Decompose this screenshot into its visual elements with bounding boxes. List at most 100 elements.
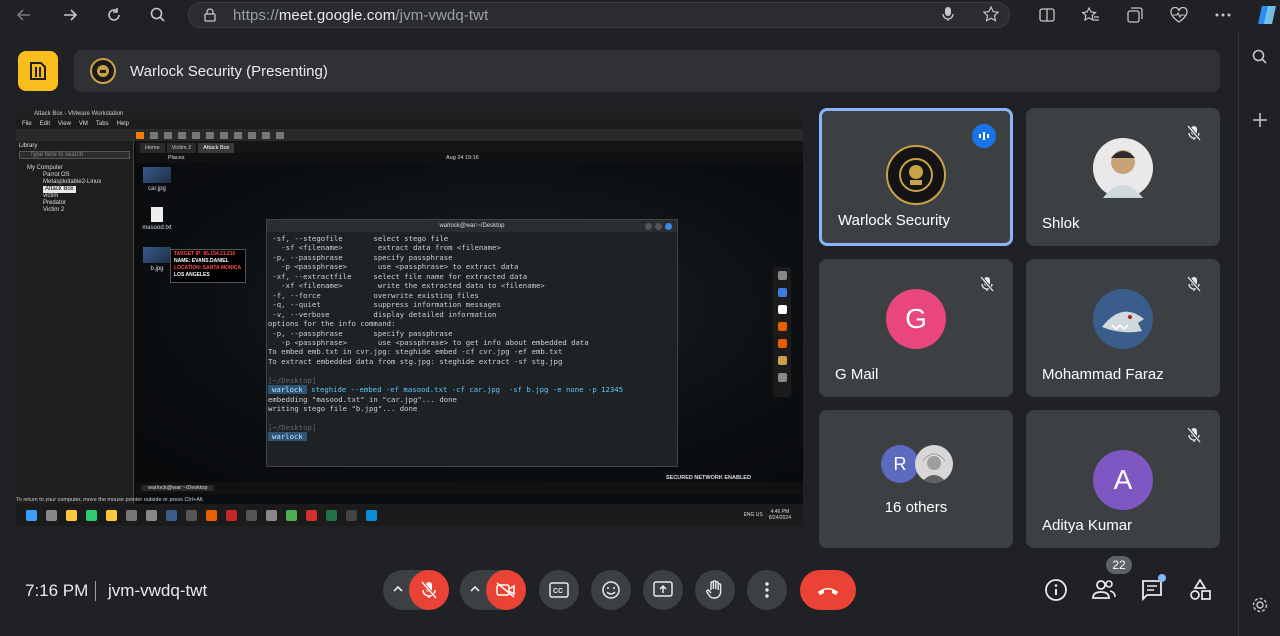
activities-button[interactable] <box>1188 578 1212 607</box>
vm-menu-edit[interactable]: Edit <box>40 121 50 127</box>
activities-icon <box>1190 578 1211 600</box>
terminal-close-icon[interactable] <box>665 223 672 230</box>
desktop-icon-car[interactable]: car.jpg <box>140 167 174 192</box>
presenting-banner: Warlock Security (Presenting) <box>74 50 1220 92</box>
library-item[interactable]: victim <box>19 193 130 200</box>
collections-icon[interactable] <box>1113 0 1157 30</box>
participant-name: Shlok <box>1042 215 1080 232</box>
mic-control-group <box>383 570 449 610</box>
favorites-icon[interactable] <box>1069 0 1113 30</box>
library-item[interactable]: Metasploitable2-Linux <box>19 179 130 186</box>
terminal-maximize-icon[interactable] <box>655 223 662 230</box>
captions-button[interactable]: CC <box>539 570 579 610</box>
lock-icon <box>204 8 216 22</box>
vm-screen[interactable]: Home Victim 2 Attack Box Places Aug 24 1… <box>136 141 803 504</box>
address-bar[interactable]: https://meet.google.com/jvm-vwdq-twt <box>188 2 1010 28</box>
library-item[interactable]: My Computer <box>19 165 130 172</box>
participant-tile-aditya[interactable]: A Aditya Kumar <box>1026 410 1220 548</box>
emoji-icon <box>602 581 620 599</box>
terminal-minimize-icon[interactable] <box>645 223 652 230</box>
chat-button[interactable] <box>1140 574 1166 607</box>
library-item[interactable]: Parrot OS <box>19 172 130 179</box>
mic-toggle-button[interactable] <box>409 570 449 610</box>
system-language[interactable]: ENG US <box>744 512 763 518</box>
windows-taskbar: ENG US 4:46 PM 8/24/2024 <box>16 504 803 526</box>
people-count-badge: 22 <box>1106 556 1132 574</box>
vm-menu-tabs[interactable]: Tabs <box>96 121 109 127</box>
camera-toggle-button[interactable] <box>486 570 526 610</box>
participant-name: Aditya Kumar <box>1042 517 1133 534</box>
add-icon[interactable] <box>1252 112 1268 128</box>
vm-menu-vm[interactable]: VM <box>79 121 88 127</box>
library-item-selected[interactable]: Attack Box <box>43 186 76 193</box>
library-title: Library <box>19 143 38 149</box>
mic-options-chevron-icon[interactable] <box>392 582 404 600</box>
vm-menu-help[interactable]: Help <box>117 121 129 127</box>
url-text: https://meet.google.com/jvm-vwdq-twt <box>233 6 489 24</box>
kali-dock <box>773 267 791 397</box>
meet-main: Warlock Security (Presenting) Attack Box… <box>0 36 1238 636</box>
present-screen-icon <box>653 581 673 597</box>
taskbar-terminal-item[interactable]: warlock@war:~/Desktop <box>142 485 214 491</box>
search-icon[interactable] <box>140 1 176 29</box>
copilot-icon[interactable] <box>1245 0 1280 30</box>
split-screen-icon[interactable] <box>1025 0 1069 30</box>
star-icon[interactable] <box>983 6 999 22</box>
back-icon[interactable] <box>6 1 42 29</box>
aditya-avatar: A <box>1093 450 1153 510</box>
more-icon[interactable] <box>1201 0 1245 30</box>
participant-tile-gmail[interactable]: G G Mail <box>819 259 1013 397</box>
vm-window-title: Attack Box - VMware Workstation <box>16 108 803 119</box>
more-options-button[interactable] <box>747 570 787 610</box>
gear-icon[interactable] <box>1251 596 1269 614</box>
library-item[interactable]: Predator <box>19 200 130 207</box>
vm-tab-home[interactable]: Home <box>140 143 165 153</box>
leave-call-button[interactable] <box>800 570 856 610</box>
vm-menu-bar: File Edit View VM Tabs Help <box>16 119 803 129</box>
shlok-avatar <box>1093 138 1153 198</box>
people-button[interactable] <box>1092 578 1116 605</box>
participant-tile-faraz[interactable]: Mohammad Faraz <box>1026 259 1220 397</box>
system-time[interactable]: 4:46 PM 8/24/2024 <box>769 509 791 521</box>
desktop-icon-masood[interactable]: masood.txt <box>140 207 174 231</box>
others-avatar-r: R <box>881 445 919 483</box>
speaking-indicator-icon <box>972 124 996 148</box>
present-now-button[interactable] <box>643 570 683 610</box>
microphone-icon[interactable] <box>941 6 955 22</box>
vm-tab-victim2[interactable]: Victim 2 <box>166 143 197 153</box>
shared-screen: Attack Box - VMware Workstation File Edi… <box>16 108 803 526</box>
camera-options-chevron-icon[interactable] <box>469 582 481 600</box>
terminal-window[interactable]: warlock@war:~/Desktop -sf, --stegofile s… <box>266 219 678 467</box>
info-icon <box>1045 579 1067 601</box>
camera-off-icon <box>496 582 515 598</box>
meet-logo-icon <box>30 62 46 80</box>
health-icon[interactable] <box>1157 0 1201 30</box>
raise-hand-button[interactable] <box>695 570 735 610</box>
kali-desktop: car.jpg masood.txt b.jpg TARGET IP: 85.1… <box>136 163 803 482</box>
reactions-button[interactable] <box>591 570 631 610</box>
participant-tile-others[interactable]: R 16 others <box>819 410 1013 548</box>
meet-logo-button[interactable] <box>18 51 58 91</box>
desktop-icon-b[interactable]: b.jpg <box>140 247 174 272</box>
meeting-info-button[interactable] <box>1044 578 1068 607</box>
vm-menu-file[interactable]: File <box>22 121 32 127</box>
gmail-avatar: G <box>886 289 946 349</box>
library-item[interactable]: Victim 2 <box>19 207 130 214</box>
mic-off-icon <box>421 581 437 599</box>
presenting-label: Warlock Security (Presenting) <box>130 62 328 80</box>
participant-tile-shlok[interactable]: Shlok <box>1026 108 1220 246</box>
edge-sidebar <box>1238 30 1280 636</box>
library-search-input[interactable]: Type here to search <box>19 151 130 159</box>
participant-tile-warlock[interactable]: Warlock Security <box>819 108 1013 246</box>
vm-tab-attack-box[interactable]: Attack Box <box>198 143 235 153</box>
places-menu[interactable]: Places <box>168 155 185 161</box>
reload-icon[interactable] <box>96 1 132 29</box>
forward-icon[interactable] <box>52 1 88 29</box>
vm-return-message: To return to your computer, move the mou… <box>16 497 205 503</box>
browser-toolbar: https://meet.google.com/jvm-vwdq-twt <box>0 0 1280 30</box>
terminal-titlebar: warlock@war:~/Desktop <box>267 220 677 232</box>
kali-taskbar: warlock@war:~/Desktop <box>136 482 803 494</box>
meet-controls-bar: 7:16 PM jvm-vwdq-twt CC 22 <box>0 556 1238 636</box>
search-icon[interactable] <box>1251 48 1269 66</box>
vm-menu-view[interactable]: View <box>58 121 71 127</box>
